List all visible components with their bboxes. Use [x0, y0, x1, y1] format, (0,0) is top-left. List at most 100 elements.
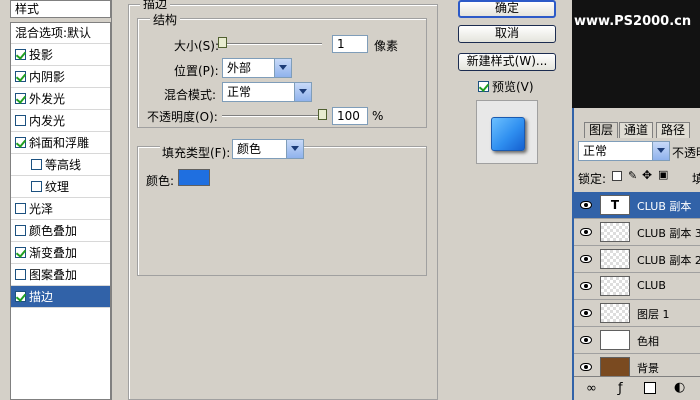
- tab-paths[interactable]: 路径: [656, 122, 691, 138]
- layer-row[interactable]: 背景: [574, 354, 700, 376]
- style-checkbox[interactable]: [15, 71, 26, 82]
- layer-row[interactable]: T CLUB 副本: [574, 192, 700, 219]
- position-value: 外部: [227, 61, 252, 75]
- style-item[interactable]: 内发光: [11, 110, 110, 132]
- eye-icon[interactable]: [580, 336, 592, 344]
- fill-type-label: 填充类型(F):: [160, 144, 233, 161]
- new-style-button[interactable]: 新建样式(W)...: [458, 53, 556, 71]
- lock-label: 锁定:: [578, 172, 607, 186]
- eye-icon[interactable]: [580, 309, 592, 317]
- style-checkbox[interactable]: [15, 247, 26, 258]
- opacity-slider-track[interactable]: [222, 115, 322, 117]
- cancel-button[interactable]: 取消: [458, 25, 556, 43]
- layer-row[interactable]: CLUB 副本 3: [574, 219, 700, 246]
- layer-blend-select[interactable]: 正常: [578, 141, 670, 161]
- style-item-label: 颜色叠加: [29, 224, 78, 238]
- layer-name: 图层 1: [637, 308, 670, 321]
- size-slider-thumb[interactable]: [218, 37, 227, 48]
- style-item[interactable]: 混合选项:默认: [11, 22, 110, 44]
- size-slider-track[interactable]: [222, 43, 322, 45]
- style-checkbox[interactable]: [15, 115, 26, 126]
- chevron-down-icon[interactable]: [652, 142, 669, 160]
- style-item-label: 斜面和浮雕: [29, 136, 90, 150]
- style-item[interactable]: 外发光: [11, 88, 110, 110]
- style-checkbox[interactable]: [31, 181, 42, 192]
- preview-checkbox[interactable]: [478, 81, 489, 92]
- lock-image-icon[interactable]: ✎: [628, 169, 637, 182]
- style-item[interactable]: 投影: [11, 44, 110, 66]
- style-item[interactable]: 内阴影: [11, 66, 110, 88]
- layer-row[interactable]: CLUB: [574, 273, 700, 300]
- fill-type-group: [137, 146, 427, 276]
- style-item[interactable]: 光泽: [11, 198, 110, 220]
- lock-position-icon[interactable]: ✥: [642, 168, 652, 182]
- preview-toggle[interactable]: 预览(V): [478, 78, 534, 95]
- tab-layers[interactable]: 图层: [584, 122, 619, 138]
- chevron-down-icon[interactable]: [274, 59, 291, 77]
- position-label: 位置(P):: [174, 64, 219, 78]
- layers-footer: ∞ ƒ ◐: [574, 376, 700, 400]
- eye-icon[interactable]: [580, 363, 592, 371]
- opacity-slider-thumb[interactable]: [318, 109, 327, 120]
- style-item[interactable]: 斜面和浮雕: [11, 132, 110, 154]
- size-input[interactable]: 1: [332, 35, 368, 53]
- opacity-input[interactable]: 100: [332, 107, 368, 125]
- style-item-label: 混合选项:默认: [15, 26, 92, 40]
- eye-icon[interactable]: [580, 255, 592, 263]
- style-checkbox[interactable]: [15, 225, 26, 236]
- layer-name: 背景: [637, 362, 659, 375]
- style-item-label: 内发光: [29, 114, 66, 128]
- opacity-unit: %: [372, 109, 384, 123]
- add-style-icon[interactable]: ƒ: [618, 381, 623, 396]
- link-layers-icon[interactable]: ∞: [586, 381, 597, 396]
- style-checkbox[interactable]: [15, 49, 26, 60]
- fill-type-select[interactable]: 颜色: [232, 139, 304, 159]
- style-checkbox[interactable]: [15, 137, 26, 148]
- layer-list: T CLUB 副本 CLUB 副本 3 CLUB 副本 2 CLUB 图层 1 色相背景: [574, 192, 700, 376]
- style-item-label: 光泽: [29, 202, 54, 216]
- layer-name: 色相: [637, 335, 659, 348]
- layer-row[interactable]: 图层 1: [574, 300, 700, 327]
- layer-thumbnail: [600, 276, 630, 296]
- style-checkbox[interactable]: [15, 269, 26, 280]
- style-item[interactable]: 纹理: [11, 176, 110, 198]
- eye-icon[interactable]: [580, 201, 592, 209]
- style-checkbox[interactable]: [31, 159, 42, 170]
- tab-channels[interactable]: 通道: [619, 122, 654, 138]
- layer-thumbnail: [600, 249, 630, 269]
- styles-header[interactable]: 样式: [10, 0, 111, 18]
- style-checkbox[interactable]: [15, 203, 26, 214]
- canvas-view: www.PS2000.cn: [572, 0, 700, 108]
- color-swatch[interactable]: [178, 169, 210, 186]
- adjustment-layer-icon[interactable]: ◐: [674, 380, 685, 395]
- layer-thumbnail: [600, 357, 630, 376]
- position-select[interactable]: 外部: [222, 58, 292, 78]
- layer-row[interactable]: 色相: [574, 327, 700, 354]
- layer-row[interactable]: CLUB 副本 2: [574, 246, 700, 273]
- style-item[interactable]: 渐变叠加: [11, 242, 110, 264]
- lock-all-icon[interactable]: ▣: [658, 168, 668, 181]
- preview-swatch: [491, 117, 525, 151]
- style-checkbox[interactable]: [15, 291, 26, 302]
- style-item[interactable]: 颜色叠加: [11, 220, 110, 242]
- chevron-down-icon[interactable]: [286, 140, 303, 158]
- ok-button[interactable]: 确定: [458, 0, 556, 18]
- style-checkbox[interactable]: [15, 93, 26, 104]
- chevron-down-icon[interactable]: [294, 83, 311, 101]
- layer-blend-value: 正常: [583, 144, 608, 158]
- style-item[interactable]: 等高线: [11, 154, 110, 176]
- style-item-label: 渐变叠加: [29, 246, 78, 260]
- layer-name: CLUB 副本: [637, 200, 692, 213]
- lock-transparent-icon[interactable]: [612, 171, 622, 181]
- fill-label: 填: [692, 172, 700, 186]
- watermark: www.PS2000.cn: [574, 14, 692, 29]
- eye-icon[interactable]: [580, 228, 592, 236]
- style-item[interactable]: 描边: [11, 286, 110, 308]
- layers-panel: 图层 通道 路径 正常 不透明 锁定: ✎ ✥ ▣ 填 T CLUB 副本 CLUB…: [572, 108, 700, 400]
- add-mask-icon[interactable]: [644, 382, 656, 394]
- blend-mode-select[interactable]: 正常: [222, 82, 312, 102]
- eye-icon[interactable]: [580, 282, 592, 290]
- structure-group-title: 结构: [150, 11, 181, 28]
- style-item[interactable]: 图案叠加: [11, 264, 110, 286]
- size-label: 大小(S):: [174, 39, 220, 53]
